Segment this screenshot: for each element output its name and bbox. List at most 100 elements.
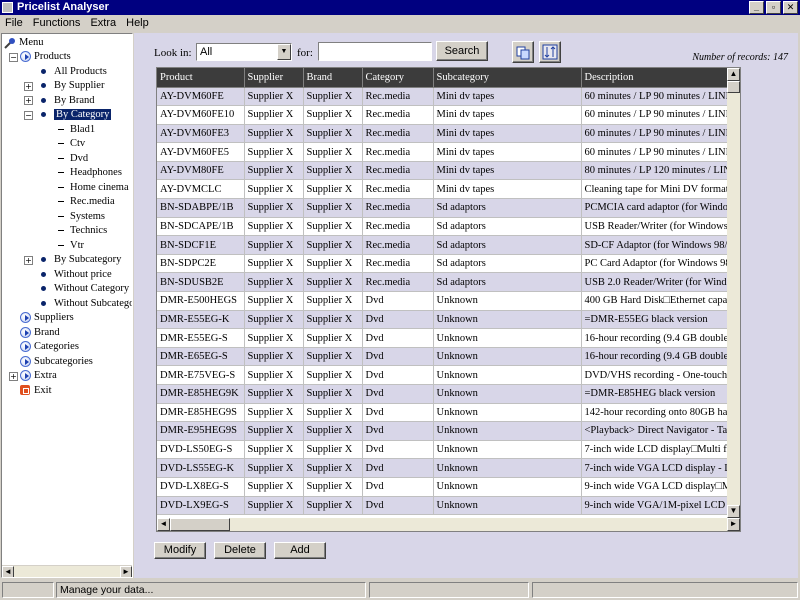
cell-supplier[interactable]: Supplier X	[244, 347, 304, 367]
table-row[interactable]: DMR-E75VEG-S Supplier X Supplier X Dvd Unkno…	[157, 365, 740, 385]
cell-category[interactable]: Rec.media	[362, 142, 434, 162]
tree-item-subcategories[interactable]: Subcategories	[20, 355, 93, 369]
table-row[interactable]: DMR-E55EG-S Supplier X Supplier X Dvd Unknow…	[157, 328, 740, 348]
cell-subcategory[interactable]: Mini dv tapes	[433, 179, 582, 200]
cell-category[interactable]: Rec.media	[362, 217, 434, 237]
cell-subcategory[interactable]: Unknown	[433, 291, 582, 311]
cell-subcategory[interactable]: Mini dv tapes	[433, 87, 582, 107]
close-button[interactable]: ✕	[783, 1, 798, 14]
cell-category[interactable]: Dvd	[362, 477, 434, 497]
cell-supplier[interactable]: Supplier X	[244, 254, 304, 274]
tree-item-all-products[interactable]: All Products	[38, 65, 107, 79]
table-row[interactable]: AY-DVMCLC Supplier X Supplier X Rec.media Mi…	[157, 179, 740, 200]
cell-brand[interactable]: Supplier X	[303, 179, 363, 200]
cell-description[interactable]: DVD/VHS recording - One-touch 2	[581, 365, 740, 385]
search-input[interactable]	[318, 42, 432, 61]
cell-brand[interactable]: Supplier X	[303, 477, 363, 497]
cell-brand[interactable]: Supplier X	[303, 272, 363, 293]
cell-supplier[interactable]: Supplier X	[244, 87, 304, 107]
cell-product[interactable]: AY-DVMCLC	[157, 179, 245, 200]
tree-item-vtr[interactable]: Vtr	[56, 239, 84, 253]
cell-product[interactable]: DMR-E85HEG9K	[157, 384, 245, 404]
cell-supplier[interactable]: Supplier X	[244, 365, 304, 385]
tree-item-systems[interactable]: Systems	[56, 210, 105, 224]
tree-item-rec-media[interactable]: Rec.media	[56, 195, 115, 209]
cell-subcategory[interactable]: Unknown	[433, 440, 582, 460]
cell-category[interactable]: Rec.media	[362, 235, 434, 255]
table-row[interactable]: DMR-E500HEGS Supplier X Supplier X Dvd Unkno…	[157, 291, 740, 311]
collapse-icon[interactable]: −	[24, 110, 33, 120]
cell-category[interactable]: Rec.media	[362, 161, 434, 181]
cell-category[interactable]: Rec.media	[362, 254, 434, 274]
tree-item-products[interactable]: Products	[20, 50, 71, 64]
products-grid[interactable]: Product Supplier Brand Category Subcategory D…	[156, 67, 741, 532]
cell-category[interactable]: Rec.media	[362, 124, 434, 144]
cell-brand[interactable]: Supplier X	[303, 458, 363, 478]
cell-description[interactable]: USB 2.0 Reader/Writer (for Window	[581, 272, 740, 293]
grid-scroll-left-icon[interactable]: ◄	[157, 518, 170, 531]
table-row[interactable]: DVD-LS50EG-S Supplier X Supplier X Dvd Unkno…	[157, 440, 740, 460]
cell-supplier[interactable]: Supplier X	[244, 496, 304, 516]
cell-description[interactable]: <Playback> Direct Navigator - Taki	[581, 421, 740, 441]
cell-category[interactable]: Rec.media	[362, 87, 434, 107]
column-header-product[interactable]: Product	[157, 68, 245, 88]
cell-subcategory[interactable]: Mini dv tapes	[433, 124, 582, 144]
cell-category[interactable]: Dvd	[362, 403, 434, 423]
tree-item-categories[interactable]: Categories	[20, 340, 79, 354]
cell-description[interactable]: 9-inch wide VGA/1M-pixel LCD & i	[581, 496, 740, 516]
minimize-button[interactable]: _	[749, 1, 764, 14]
cell-brand[interactable]: Supplier X	[303, 235, 363, 255]
cell-description[interactable]: 60 minutes / LP 90 minutes / LINEA	[581, 87, 740, 107]
cell-supplier[interactable]: Supplier X	[244, 458, 304, 478]
cell-description[interactable]: SD-CF Adaptor (for Windows 98/2	[581, 235, 740, 255]
cell-description[interactable]: 9-inch wide VGA LCD display□Mu	[581, 477, 740, 497]
cell-subcategory[interactable]: Mini dv tapes	[433, 142, 582, 162]
tree-item-by-supplier[interactable]: By Supplier	[38, 79, 104, 93]
tree-item-ctv[interactable]: Ctv	[56, 137, 85, 151]
cell-product[interactable]: DMR-E65EG-S	[157, 347, 245, 367]
cell-supplier[interactable]: Supplier X	[244, 328, 304, 348]
table-row[interactable]: DMR-E95HEG9S Supplier X Supplier X Dvd Unkno…	[157, 421, 740, 441]
table-row[interactable]: AY-DVM60FE Supplier X Supplier X Rec.media M…	[157, 87, 740, 107]
cell-description[interactable]: 7-inch wide VGA LCD display - Lo	[581, 458, 740, 478]
cell-subcategory[interactable]: Sd adaptors	[433, 254, 582, 274]
tree-horizontal-scrollbar[interactable]: ◄ ►	[2, 565, 132, 577]
cell-supplier[interactable]: Supplier X	[244, 403, 304, 423]
delete-button[interactable]: Delete	[214, 542, 266, 559]
cell-category[interactable]: Dvd	[362, 496, 434, 516]
table-row[interactable]: AY-DVM60FE5 Supplier X Supplier X Rec.media…	[157, 142, 740, 162]
cell-brand[interactable]: Supplier X	[303, 347, 363, 367]
cell-subcategory[interactable]: Unknown	[433, 403, 582, 423]
cell-brand[interactable]: Supplier X	[303, 365, 363, 385]
tree-item-dvd[interactable]: Dvd	[56, 152, 88, 166]
cell-category[interactable]: Rec.media	[362, 179, 434, 200]
cell-subcategory[interactable]: Sd adaptors	[433, 217, 582, 237]
table-row[interactable]: DVD-LX9EG-S Supplier X Supplier X Dvd Unknow…	[157, 496, 740, 516]
restore-button[interactable]: ▫	[766, 1, 781, 14]
cell-description[interactable]: 142-hour recording onto 80GB hard	[581, 403, 740, 423]
table-row[interactable]: BN-SDCAPE/1B Supplier X Supplier X Rec.medi…	[157, 217, 740, 237]
tree-item-by-category[interactable]: By Category	[38, 108, 112, 122]
table-row[interactable]: BN-SDUSB2E Supplier X Supplier X Rec.media S…	[157, 272, 740, 293]
cell-supplier[interactable]: Supplier X	[244, 124, 304, 144]
cell-brand[interactable]: Supplier X	[303, 440, 363, 460]
cell-brand[interactable]: Supplier X	[303, 142, 363, 162]
cell-description[interactable]: 16-hour recording (9.4 GB double s	[581, 328, 740, 348]
table-row[interactable]: AY-DVM60FE10 Supplier X Supplier X Rec.medi…	[157, 105, 740, 125]
cell-brand[interactable]: Supplier X	[303, 384, 363, 404]
cell-subcategory[interactable]: Unknown	[433, 496, 582, 516]
cell-subcategory[interactable]: Unknown	[433, 347, 582, 367]
tree-item-suppliers[interactable]: Suppliers	[20, 311, 74, 325]
chevron-down-icon[interactable]: ▼	[277, 44, 291, 60]
cell-product[interactable]: DMR-E85HEG9S	[157, 403, 245, 423]
cell-category[interactable]: Rec.media	[362, 198, 434, 218]
scroll-right-icon[interactable]: ►	[120, 566, 132, 577]
cell-product[interactable]: DVD-LS55EG-K	[157, 458, 245, 478]
cell-subcategory[interactable]: Sd adaptors	[433, 272, 582, 293]
cell-brand[interactable]: Supplier X	[303, 105, 363, 125]
cell-product[interactable]: DVD-LX8EG-S	[157, 477, 245, 497]
cell-description[interactable]: PC Card Adaptor (for Windows 98/	[581, 254, 740, 274]
tree-item-without-price[interactable]: Without price	[38, 268, 112, 282]
cell-category[interactable]: Dvd	[362, 365, 434, 385]
sort-button[interactable]	[539, 41, 561, 63]
